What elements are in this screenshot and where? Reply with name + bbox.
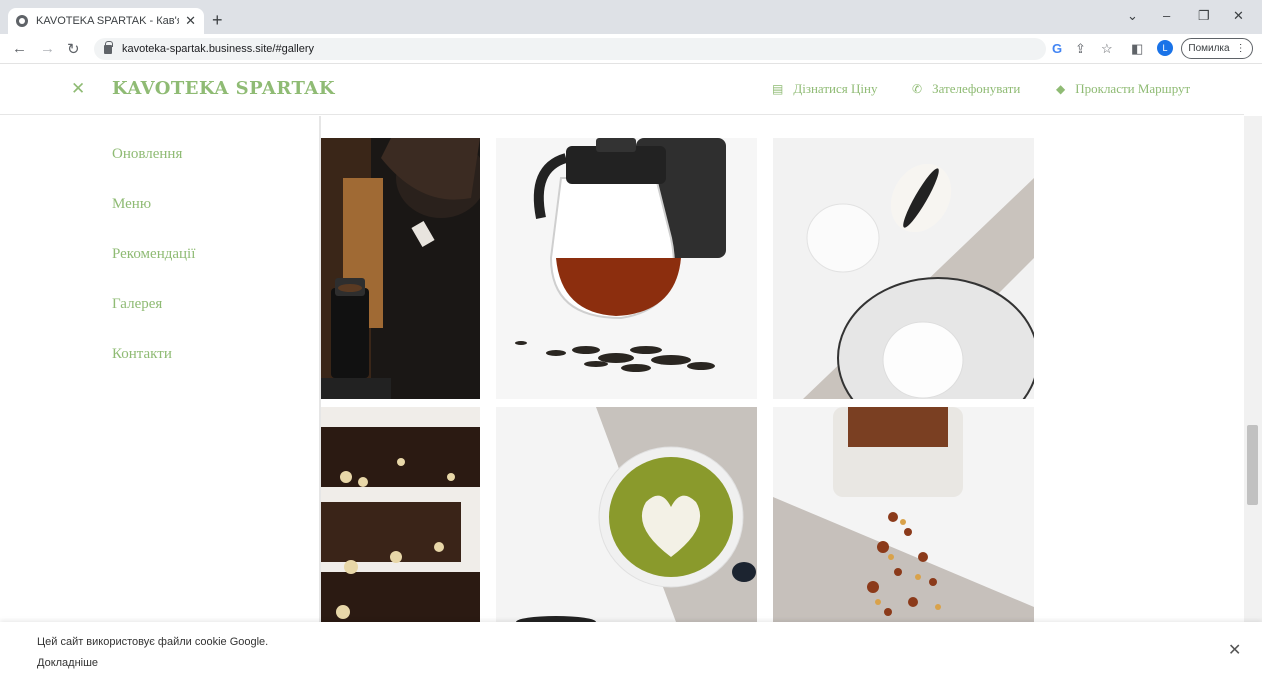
barista-brewing-image[interactable] <box>321 138 480 399</box>
new-tab-button[interactable]: + <box>212 10 223 31</box>
window-close-button[interactable]: ✕ <box>1233 8 1244 24</box>
macarons-plate-image[interactable] <box>773 138 1034 399</box>
get-price-button[interactable]: ▤ Дізнатися Ціну <box>772 81 877 97</box>
profile-avatar[interactable]: L <box>1157 40 1173 56</box>
cookie-learn-more-link[interactable]: Докладніше <box>37 657 98 669</box>
directions-icon: ◆ <box>1056 81 1066 96</box>
google-icon[interactable]: G <box>1052 41 1062 56</box>
globe-icon <box>16 15 28 27</box>
photo-gallery <box>321 116 1244 622</box>
restore-button[interactable]: ❐ <box>1198 8 1210 24</box>
back-arrow-icon[interactable]: ← <box>12 40 27 57</box>
tab-search-icon[interactable]: ⌄ <box>1127 8 1138 24</box>
share-icon[interactable]: ⇪ <box>1075 41 1086 57</box>
call-label: Зателефонувати <box>932 81 1021 96</box>
cookie-close-icon[interactable]: ✕ <box>1228 640 1241 660</box>
directions-button[interactable]: ◆ Прокласти Маршрут <box>1056 81 1190 97</box>
nav-item-menu[interactable]: Меню <box>112 196 151 213</box>
scrollbar-thumb[interactable] <box>1247 425 1258 505</box>
phone-icon: ✆ <box>912 81 923 96</box>
browser-tab[interactable]: KAVOTEKA SPARTAK - Кав'ярня у ✕ <box>8 8 204 34</box>
lock-icon[interactable] <box>104 40 113 54</box>
error-button[interactable]: Помилка ⋮ <box>1181 38 1253 59</box>
call-button[interactable]: ✆ Зателефонувати <box>912 81 1020 97</box>
url-text: kavoteka-spartak.business.site/#gallery <box>122 43 314 55</box>
brownies-image[interactable] <box>321 407 480 622</box>
address-bar[interactable]: kavoteka-spartak.business.site/#gallery <box>94 38 1046 60</box>
browser-tabstrip: KAVOTEKA SPARTAK - Кав'ярня у ✕ + ⌄ – ❐ … <box>0 0 1262 34</box>
get-price-label: Дізнатися Ціну <box>793 81 878 96</box>
nav-item-contacts[interactable]: Контакти <box>112 346 172 363</box>
tab-close-icon[interactable]: ✕ <box>185 13 196 29</box>
tab-title: KAVOTEKA SPARTAK - Кав'ярня у <box>36 15 179 27</box>
bookmark-star-icon[interactable]: ☆ <box>1101 41 1113 57</box>
cookie-message: Цей сайт використовує файли cookie Googl… <box>37 636 269 648</box>
page-scrollbar[interactable] <box>1244 116 1262 622</box>
forward-arrow-icon[interactable]: → <box>40 40 55 57</box>
cookie-banner: Цей сайт використовує файли cookie Googl… <box>0 622 1262 673</box>
browser-toolbar: ← → ↻ kavoteka-spartak.business.site/#ga… <box>0 34 1262 64</box>
matcha-latte-image[interactable] <box>496 407 757 622</box>
nav-item-gallery[interactable]: Галерея <box>112 296 162 313</box>
tea-teapot-image[interactable] <box>496 138 757 399</box>
directions-label: Прокласти Маршрут <box>1075 81 1191 96</box>
site-logo[interactable]: KAVOTEKA SPARTAK <box>112 78 335 99</box>
dried-fruit-tea-image[interactable] <box>773 407 1034 622</box>
minimize-button[interactable]: – <box>1163 8 1170 23</box>
kebab-menu-icon: ⋮ <box>1235 43 1246 54</box>
menu-list-icon: ▤ <box>772 81 784 96</box>
side-navigation: Оновлення Меню Рекомендації Галерея Конт… <box>0 116 321 622</box>
site-header: ✕ KAVOTEKA SPARTAK ▤ Дізнатися Ціну ✆ За… <box>0 65 1244 115</box>
nav-item-recommendations[interactable]: Рекомендації <box>112 246 195 263</box>
error-button-label: Помилка <box>1188 43 1230 54</box>
side-panel-icon[interactable]: ◧ <box>1131 41 1143 57</box>
reload-icon[interactable]: ↻ <box>67 40 80 58</box>
nav-item-updates[interactable]: Оновлення <box>112 146 182 163</box>
close-icon[interactable]: ✕ <box>71 79 85 99</box>
